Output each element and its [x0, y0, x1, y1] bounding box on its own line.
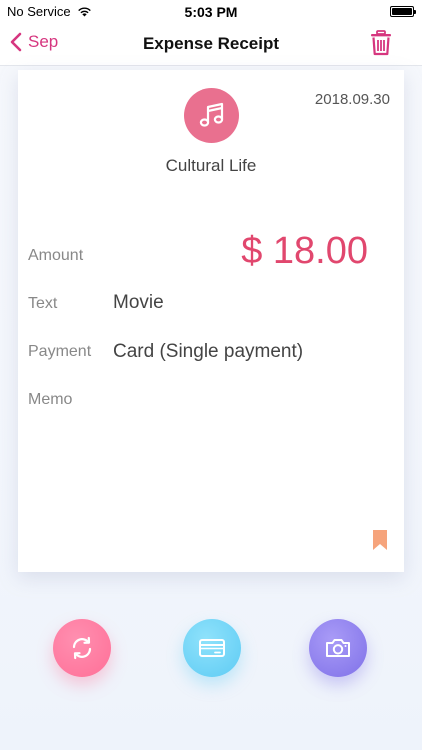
category-icon-badge — [184, 88, 239, 143]
text-label: Text — [28, 295, 58, 312]
trash-icon — [371, 30, 391, 56]
battery-icon — [390, 6, 416, 17]
status-bar: No Service 5:03 PM — [0, 0, 422, 22]
receipt-date: 2018.09.30 — [314, 91, 390, 108]
amount-value: $ 18.00 — [241, 230, 368, 272]
credit-card-icon — [199, 639, 225, 657]
memo-label: Memo — [28, 391, 73, 408]
category-label: Cultural Life — [165, 156, 257, 175]
receipt-card: 2018.09.30 Cultural Life Amount $ 18.00 … — [18, 70, 404, 572]
camera-icon — [326, 639, 350, 657]
nav-bar: Sep Expense Receipt — [0, 22, 422, 66]
payment-value: Card (Single payment) — [113, 341, 304, 362]
page-title: Expense Receipt — [142, 34, 280, 53]
repeat-button[interactable] — [53, 619, 111, 677]
amount-label: Amount — [28, 247, 84, 264]
bookmark-icon — [373, 530, 387, 550]
text-value: Movie — [113, 292, 164, 313]
delete-button[interactable] — [370, 30, 392, 61]
music-note-icon — [199, 102, 223, 127]
payment-card-button[interactable] — [183, 619, 241, 677]
payment-label: Payment — [28, 343, 92, 360]
camera-button[interactable] — [309, 619, 367, 677]
bookmark-button[interactable] — [373, 530, 387, 555]
repeat-icon — [72, 636, 92, 660]
status-time: 5:03 PM — [184, 4, 238, 20]
